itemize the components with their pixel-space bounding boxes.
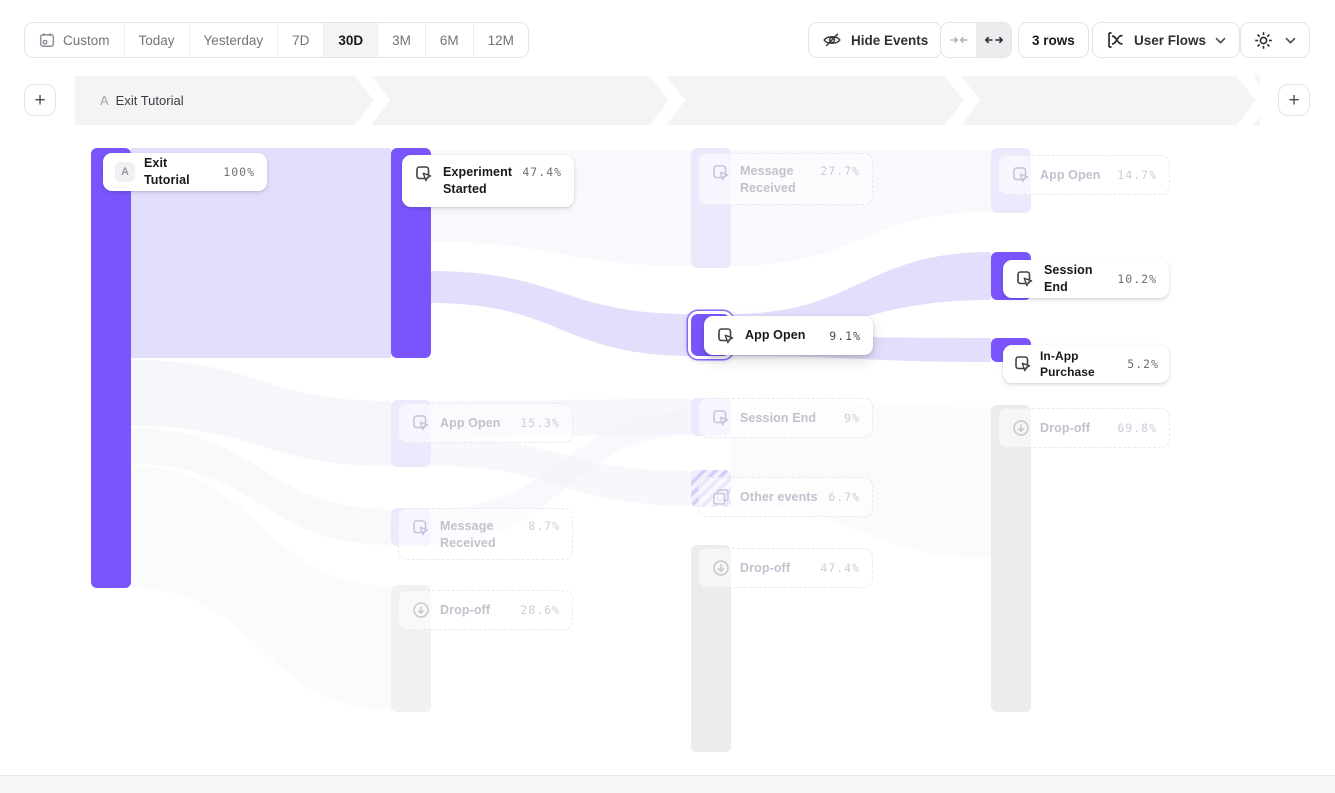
rows-button[interactable]: 3 rows	[1018, 22, 1089, 58]
event-icon	[711, 408, 731, 428]
node-percent: 5.2%	[1127, 357, 1159, 371]
calendar-icon	[39, 32, 55, 48]
node-label: Session End	[1044, 262, 1108, 296]
node-label: App Open	[440, 415, 501, 432]
view-selector-label: User Flows	[1134, 33, 1206, 48]
step-chevron-separators	[75, 76, 1260, 125]
date-range-7d[interactable]: 7D	[277, 23, 323, 57]
node-percent: 100%	[223, 165, 255, 179]
step-badge: A	[100, 93, 109, 108]
node-percent: 9%	[844, 411, 860, 425]
hide-events-label: Hide Events	[851, 33, 928, 48]
date-range-30d[interactable]: 30D	[323, 23, 377, 57]
eye-off-icon	[822, 30, 842, 50]
date-range-12m[interactable]: 12M	[473, 23, 528, 57]
chevron-down-icon	[1285, 37, 1296, 44]
date-range-6m[interactable]: 6M	[425, 23, 473, 57]
node-percent: 27.7%	[820, 164, 860, 178]
gear-icon	[1254, 31, 1273, 50]
node-label: App Open	[1040, 167, 1101, 184]
node-label: Message Received	[740, 163, 811, 197]
node-percent: 15.3%	[520, 416, 560, 430]
date-range-yesterday[interactable]: Yesterday	[189, 23, 278, 57]
bar-dropoff-c4[interactable]	[991, 405, 1031, 712]
node-label: Session End	[740, 410, 816, 427]
hide-events-button[interactable]: Hide Events	[808, 22, 942, 58]
node-dropoff-c2[interactable]: Drop-off 28.6%	[398, 590, 573, 630]
node-label: Exit Tutorial	[144, 155, 214, 189]
footer-strip	[0, 775, 1335, 793]
node-percent: 47.4%	[820, 561, 860, 575]
expand-columns-button[interactable]	[976, 23, 1011, 57]
node-percent: 6.7%	[828, 490, 860, 504]
event-icon	[411, 518, 431, 538]
node-percent: 47.4%	[522, 165, 562, 179]
column-width-toggle	[940, 22, 1012, 58]
arrows-inward-icon	[950, 34, 968, 46]
node-session-end-c4[interactable]: Session End 10.2%	[1003, 260, 1169, 298]
settings-dropdown[interactable]	[1240, 22, 1310, 58]
node-label: Other events	[740, 489, 818, 506]
node-dropoff-c4[interactable]: Drop-off 69.8%	[998, 408, 1170, 448]
node-other-events[interactable]: Other events 6.7%	[698, 477, 873, 517]
node-message-received-c2[interactable]: Message Received 8.7%	[398, 508, 573, 560]
date-range-custom[interactable]: Custom	[25, 23, 124, 57]
node-percent: 28.6%	[520, 603, 560, 617]
node-label: Message Received	[440, 518, 519, 552]
node-in-app-purchase[interactable]: In-App Purchase 5.2%	[1003, 345, 1169, 383]
event-icon	[711, 163, 731, 183]
node-percent: 10.2%	[1117, 272, 1157, 286]
node-percent: 69.8%	[1117, 421, 1157, 435]
user-flows-icon	[1106, 31, 1125, 49]
node-label: App Open	[745, 327, 806, 344]
layers-icon	[711, 487, 731, 507]
add-step-right-button[interactable]: +	[1278, 84, 1310, 116]
node-label: Drop-off	[440, 602, 490, 619]
node-dropoff-c3[interactable]: Drop-off 47.4%	[698, 548, 873, 588]
node-experiment-started[interactable]: Experiment Started 47.4%	[402, 155, 574, 207]
user-flows-app: Custom Today Yesterday 7D 30D 3M 6M 12M …	[0, 0, 1335, 793]
add-step-left-button[interactable]: +	[24, 84, 56, 116]
collapse-columns-button[interactable]	[941, 23, 976, 57]
node-exit-tutorial[interactable]: A Exit Tutorial 100%	[103, 153, 267, 191]
dropoff-icon	[711, 558, 731, 578]
event-icon	[411, 413, 431, 433]
node-label: Drop-off	[1040, 420, 1090, 437]
step-title: Exit Tutorial	[116, 93, 184, 108]
date-range-picker: Custom Today Yesterday 7D 30D 3M 6M 12M	[24, 22, 529, 58]
node-label: Experiment Started	[443, 164, 513, 198]
bar-exit-tutorial[interactable]	[91, 148, 131, 588]
event-icon	[716, 326, 736, 346]
node-app-open-c2[interactable]: App Open 15.3%	[398, 403, 573, 443]
dropoff-icon	[1011, 418, 1031, 438]
date-range-today[interactable]: Today	[124, 23, 189, 57]
chevron-down-icon	[1215, 37, 1226, 44]
plus-icon: +	[1288, 91, 1299, 110]
date-range-3m[interactable]: 3M	[377, 23, 425, 57]
node-percent: 8.7%	[528, 519, 560, 533]
node-percent: 14.7%	[1117, 168, 1157, 182]
date-range-label: Custom	[63, 33, 110, 48]
step-a-header[interactable]: A Exit Tutorial	[100, 76, 184, 125]
node-label: Drop-off	[740, 560, 790, 577]
view-selector-dropdown[interactable]: User Flows	[1092, 22, 1240, 58]
rows-label: 3 rows	[1032, 33, 1075, 48]
arrows-outward-icon	[985, 34, 1003, 46]
node-label: In-App Purchase	[1040, 348, 1120, 380]
event-icon	[1015, 269, 1035, 289]
node-session-end-c3[interactable]: Session End 9%	[698, 398, 873, 438]
event-icon	[414, 164, 434, 184]
node-app-open-c4[interactable]: App Open 14.7%	[998, 155, 1170, 195]
node-message-received-c3[interactable]: Message Received 27.7%	[698, 153, 873, 205]
node-percent: 9.1%	[829, 329, 861, 343]
event-icon	[1013, 354, 1033, 374]
dropoff-icon	[411, 600, 431, 620]
step-header-bar: A Exit Tutorial	[75, 76, 1260, 125]
event-a-badge: A	[115, 162, 135, 182]
plus-icon: +	[34, 91, 45, 110]
event-icon	[1011, 165, 1031, 185]
node-app-open-selected[interactable]: App Open 9.1%	[704, 316, 873, 355]
